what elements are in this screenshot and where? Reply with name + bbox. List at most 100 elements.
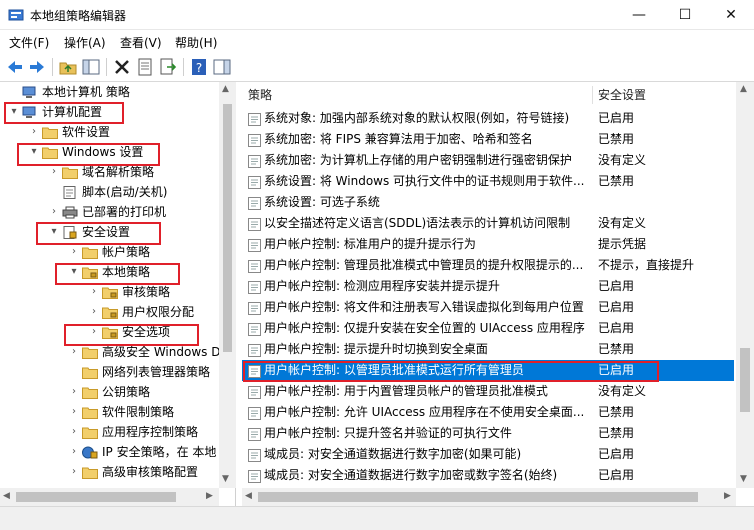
policy-row[interactable]: 域成员: 对安全通道数据进行数字加密或数字签名(始终) 已启用 bbox=[242, 465, 734, 486]
tree-item-label: 应用程序控制策略 bbox=[102, 425, 199, 439]
policy-security-setting: 已启用 bbox=[598, 447, 635, 461]
expand-chevron-icon[interactable]: › bbox=[68, 422, 80, 442]
expand-chevron-icon[interactable]: › bbox=[48, 162, 60, 182]
policy-item-icon bbox=[248, 217, 261, 231]
expand-chevron-icon[interactable]: › bbox=[68, 462, 80, 482]
expand-chevron-icon[interactable]: › bbox=[68, 402, 80, 422]
policy-security-setting: 已启用 bbox=[598, 111, 635, 125]
properties-icon[interactable] bbox=[135, 57, 155, 77]
folder-icon bbox=[42, 125, 58, 139]
policy-name: 系统设置: 可选子系统 bbox=[264, 195, 380, 209]
policy-security-setting: 不提示，直接提升 bbox=[598, 258, 695, 272]
export-list-icon[interactable] bbox=[158, 57, 178, 77]
policy-item-icon bbox=[248, 427, 261, 441]
menu-file[interactable]: 文件(F) bbox=[9, 34, 49, 51]
tree-item-label: IP 安全策略，在 本地 bbox=[102, 445, 217, 459]
policy-security-setting: 没有定义 bbox=[598, 384, 647, 398]
maximize-button[interactable]: ☐ bbox=[662, 0, 708, 30]
expand-chevron-icon[interactable]: › bbox=[68, 442, 80, 462]
policy-row[interactable]: 用户帐户控制: 只提升签名并验证的可执行文件 已禁用 bbox=[242, 423, 734, 444]
expand-chevron-icon[interactable]: › bbox=[88, 282, 100, 302]
policy-row[interactable]: 系统加密: 将 FIPS 兼容算法用于加密、哈希和签名 已禁用 bbox=[242, 129, 734, 150]
toolbar-separator bbox=[183, 58, 184, 76]
policy-row[interactable]: 用户帐户控制: 管理员批准模式中管理员的提升权限提示的... 不提示，直接提升 bbox=[242, 255, 734, 276]
expand-chevron-icon[interactable]: › bbox=[68, 342, 80, 362]
minimize-button[interactable]: — bbox=[616, 0, 662, 30]
policy-security-setting: 已禁用 bbox=[598, 405, 635, 419]
tree-item-label: 本地计算机 策略 bbox=[42, 85, 130, 99]
policy-row[interactable]: 用户帐户控制: 提示提升时切换到安全桌面 已禁用 bbox=[242, 339, 734, 360]
policy-item-icon bbox=[248, 259, 261, 273]
menu-help[interactable]: 帮助(H) bbox=[175, 34, 217, 51]
policy-row-selected[interactable]: 用户帐户控制: 以管理员批准模式运行所有管理员 已启用 bbox=[242, 360, 734, 381]
collapse-chevron-icon[interactable]: ▾ bbox=[8, 102, 20, 122]
expand-chevron-icon[interactable]: › bbox=[88, 302, 100, 322]
policy-row[interactable]: 用户帐户控制: 标准用户的提升提示行为 提示凭据 bbox=[242, 234, 734, 255]
policy-row[interactable]: 以安全描述符定义语言(SDDL)语法表示的计算机访问限制 没有定义 bbox=[242, 213, 734, 234]
policy-name: 用户帐户控制: 将文件和注册表写入错误虚拟化到每用户位置 bbox=[264, 300, 584, 314]
tree-item-label: 用户权限分配 bbox=[122, 305, 195, 319]
security-icon bbox=[62, 225, 78, 239]
column-header-policy[interactable]: 策略 bbox=[248, 82, 272, 108]
expand-chevron-icon[interactable]: › bbox=[68, 242, 80, 262]
collapse-chevron-icon[interactable]: ▾ bbox=[68, 262, 80, 282]
menu-action[interactable]: 操作(A) bbox=[64, 34, 106, 51]
policy-row[interactable]: 用户帐户控制: 允许 UIAccess 应用程序在不使用安全桌面... 已禁用 bbox=[242, 402, 734, 423]
tree-item-label: 审核策略 bbox=[122, 285, 171, 299]
tree-item-label: 安全选项 bbox=[122, 325, 171, 339]
policy-name: 以安全描述符定义语言(SDDL)语法表示的计算机访问限制 bbox=[264, 216, 571, 230]
tree-pane: 本地计算机 策略 ▾ 计算机配置 › 软件设置 ▾ Windows 设置 › 域名解析策略 脚本(… bbox=[0, 82, 236, 506]
expand-chevron-icon bbox=[48, 182, 60, 202]
policy-item-icon bbox=[248, 406, 261, 420]
policy-security-setting: 已禁用 bbox=[598, 426, 635, 440]
delete-icon[interactable] bbox=[112, 57, 132, 77]
toolbar-separator bbox=[106, 58, 107, 76]
computer-icon bbox=[22, 85, 38, 98]
policy-row[interactable]: 域成员: 对安全通道数据进行数字加密(如果可能) 已启用 bbox=[242, 444, 734, 465]
tree-item-label: 软件设置 bbox=[62, 125, 111, 139]
column-divider[interactable] bbox=[592, 86, 593, 104]
policy-security-setting: 已禁用 bbox=[598, 174, 635, 188]
policy-row[interactable]: 系统对象: 加强内部系统对象的默认权限(例如，符号链接) 已启用 bbox=[242, 108, 734, 129]
policy-name: 域成员: 对安全通道数据进行数字加密或数字签名(始终) bbox=[264, 468, 558, 482]
policy-row[interactable]: 用户帐户控制: 仅提升安装在安全位置的 UIAccess 应用程序 已启用 bbox=[242, 318, 734, 339]
tree-vertical-scrollbar[interactable]: ▲ ▼ bbox=[219, 82, 236, 488]
expand-chevron-icon[interactable]: › bbox=[88, 322, 100, 342]
tree-horizontal-scrollbar[interactable]: ◀ ▶ bbox=[0, 488, 219, 506]
help-icon[interactable]: ? bbox=[189, 57, 209, 77]
collapse-chevron-icon[interactable]: ▾ bbox=[48, 222, 60, 242]
list-horizontal-scrollbar[interactable]: ◀ ▶ bbox=[242, 488, 736, 506]
policy-item-icon bbox=[248, 364, 261, 378]
collapse-chevron-icon[interactable]: ▾ bbox=[28, 142, 40, 162]
folder-lock-icon bbox=[82, 265, 98, 279]
policy-security-setting: 已启用 bbox=[598, 468, 635, 482]
policy-item-icon bbox=[248, 448, 261, 462]
show-action-pane-icon[interactable] bbox=[212, 57, 232, 77]
column-header-security-setting[interactable]: 安全设置 bbox=[598, 82, 646, 108]
policy-row[interactable]: 用户帐户控制: 检测应用程序安装并提示提升 已启用 bbox=[242, 276, 734, 297]
show-hide-tree-icon[interactable] bbox=[81, 57, 101, 77]
up-folder-icon[interactable] bbox=[58, 57, 78, 77]
folder-icon bbox=[82, 405, 98, 419]
printer-icon bbox=[62, 205, 78, 219]
policy-row[interactable]: 用户帐户控制: 将文件和注册表写入错误虚拟化到每用户位置 已启用 bbox=[242, 297, 734, 318]
policy-security-setting: 没有定义 bbox=[598, 153, 647, 167]
policy-row[interactable]: 系统加密: 为计算机上存储的用户密钥强制进行强密钥保护 没有定义 bbox=[242, 150, 734, 171]
expand-chevron-icon[interactable]: › bbox=[48, 202, 60, 222]
expand-chevron-icon bbox=[68, 362, 80, 382]
folder-lock-icon bbox=[102, 285, 118, 299]
back-arrow-icon[interactable] bbox=[5, 57, 25, 77]
status-bar bbox=[0, 506, 754, 530]
menu-view[interactable]: 查看(V) bbox=[120, 34, 162, 51]
policy-row[interactable]: 系统设置: 将 Windows 可执行文件中的证书规则用于软件... 已禁用 bbox=[242, 171, 734, 192]
expand-chevron-icon[interactable]: › bbox=[68, 382, 80, 402]
policy-row[interactable]: 系统设置: 可选子系统 bbox=[242, 192, 734, 213]
forward-arrow-icon[interactable] bbox=[27, 57, 47, 77]
close-button[interactable]: ✕ bbox=[708, 0, 754, 30]
expand-chevron-icon[interactable]: › bbox=[28, 122, 40, 142]
policy-item-icon bbox=[248, 280, 261, 294]
folder-icon bbox=[82, 245, 98, 259]
list-vertical-scrollbar[interactable]: ▲ ▼ bbox=[736, 82, 754, 488]
folder-icon bbox=[62, 165, 78, 179]
policy-row[interactable]: 用户帐户控制: 用于内置管理员帐户的管理员批准模式 没有定义 bbox=[242, 381, 734, 402]
